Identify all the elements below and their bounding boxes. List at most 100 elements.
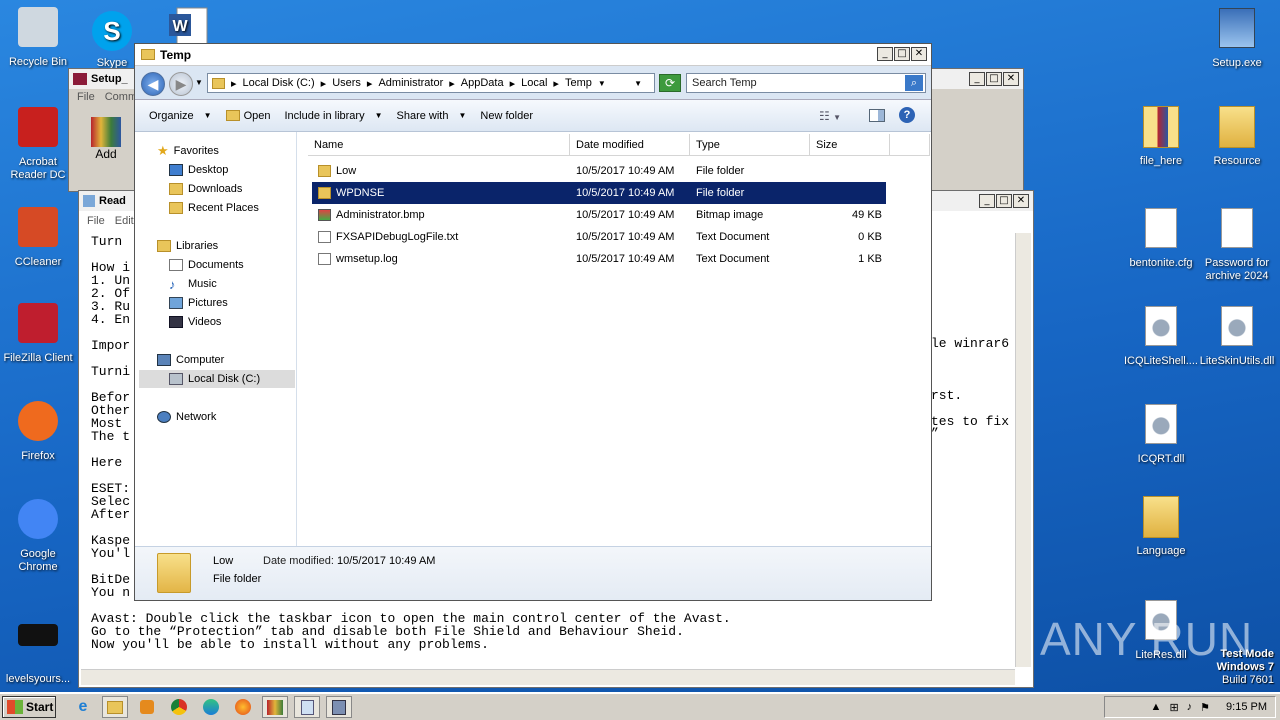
breadcrumb-administrator[interactable]: Administrator (378, 77, 443, 89)
nav-computer[interactable]: Computer (157, 351, 224, 369)
desktop-icon-item[interactable]: Setup.exe (1198, 6, 1276, 70)
share-with-button[interactable]: Share with ▼ (397, 110, 467, 122)
view-options-icon[interactable]: ☷ ▼ (819, 109, 841, 123)
desktop-icon-item[interactable]: Resource (1198, 104, 1276, 168)
breadcrumb-appdata[interactable]: AppData (461, 77, 504, 89)
minimize-button[interactable]: _ (969, 72, 985, 86)
desktop-icon-item[interactable]: Google Chrome (0, 496, 76, 574)
winrar-icon (73, 73, 87, 85)
address-dropdown-icon[interactable]: ▼ (634, 79, 642, 88)
address-bar[interactable]: ▸ Local Disk (C:) ▸ Users ▸ Administrato… (207, 73, 655, 93)
forward-button[interactable]: ▶ (169, 72, 193, 96)
tray-volume-icon[interactable]: ♪ (1187, 701, 1193, 713)
maximize-button[interactable]: □ (996, 194, 1012, 208)
open-folder-icon (225, 110, 240, 121)
file-row[interactable]: FXSAPIDebugLogFile.txt 10/5/2017 10:49 AM… (312, 226, 886, 248)
column-type[interactable]: Type (690, 134, 810, 156)
explorer-window[interactable]: Temp _ □ ✕ ◀ ▶ ▼ ▸ Local Disk (C:) ▸ Use… (134, 43, 932, 601)
column-size[interactable]: Size (810, 134, 890, 156)
nav-recent-places[interactable]: Recent Places (169, 199, 259, 217)
menu-commands[interactable]: Comm (105, 91, 137, 103)
nav-desktop[interactable]: Desktop (169, 161, 228, 179)
file-row[interactable]: WPDNSE 10/5/2017 10:49 AM File folder (312, 182, 886, 204)
close-button[interactable]: ✕ (1003, 72, 1019, 86)
nav-music[interactable]: ♪ Music (169, 275, 217, 293)
file-name: Administrator.bmp (336, 209, 425, 221)
preview-pane-icon[interactable] (869, 109, 885, 122)
vertical-scrollbar[interactable] (1015, 233, 1031, 667)
desktop-icon-item[interactable]: CCleaner (0, 204, 76, 269)
new-folder-button[interactable]: New folder (480, 110, 533, 122)
minimize-button[interactable]: _ (877, 47, 893, 61)
taskbar-chrome-icon[interactable] (166, 696, 192, 718)
tray-action-center-icon[interactable]: ⚑ (1200, 701, 1210, 714)
menu-file[interactable]: File (87, 215, 105, 227)
recent-pages-dropdown[interactable]: ▼ (195, 78, 203, 87)
file-row[interactable]: Low 10/5/2017 10:49 AM File folder (312, 160, 886, 182)
desktop-icon-item[interactable]: Acrobat Reader DC (0, 104, 76, 182)
nav-favorites[interactable]: ★ Favorites (157, 142, 219, 160)
desktop-icon-item[interactable]: levelsyours... (0, 612, 76, 686)
nav-pictures[interactable]: Pictures (169, 294, 228, 312)
back-button[interactable]: ◀ (141, 72, 165, 96)
desktop-icon-item[interactable]: ICQRT.dll (1122, 402, 1200, 466)
tray-network-icon[interactable]: ⊞ (1169, 701, 1178, 714)
search-input[interactable]: Search Temp ⌕ (686, 73, 926, 93)
breadcrumb-users[interactable]: Users (332, 77, 361, 89)
add-button[interactable]: Add (91, 117, 121, 161)
minimize-button[interactable]: _ (979, 194, 995, 208)
menu-edit[interactable]: Edit (115, 215, 134, 227)
breadcrumb-temp[interactable]: Temp (565, 77, 592, 89)
close-button[interactable]: ✕ (911, 47, 927, 61)
tray-clock[interactable]: 9:15 PM (1226, 701, 1267, 713)
nav-local-disk[interactable]: Local Disk (C:) (169, 370, 260, 388)
maximize-button[interactable]: □ (986, 72, 1002, 86)
include-in-library-button[interactable]: Include in library ▼ (284, 110, 382, 122)
help-icon[interactable]: ? (899, 107, 915, 123)
column-date-modified[interactable]: Date modified (570, 134, 690, 156)
breadcrumb-local[interactable]: Local (521, 77, 547, 89)
search-icon[interactable]: ⌕ (905, 75, 923, 91)
desktop-icon-item[interactable]: ICQLiteShell.... (1122, 304, 1200, 368)
desktop-icon-item[interactable]: FileZilla Client (0, 300, 76, 365)
desktop-icon-item[interactable]: Password for archive 2024 (1198, 206, 1276, 283)
taskbar-explorer-icon[interactable] (102, 696, 128, 718)
taskbar-winrar-icon[interactable] (262, 696, 288, 718)
desktop-icon-item[interactable]: Firefox (0, 398, 76, 463)
taskbar-notepad-icon[interactable] (294, 696, 320, 718)
open-button[interactable]: Open (225, 110, 270, 122)
tray-expand-icon[interactable]: ▲ (1151, 701, 1162, 713)
taskbar-firefox-icon[interactable] (230, 696, 256, 718)
organize-button[interactable]: Organize ▼ (149, 110, 212, 122)
nav-documents[interactable]: Documents (169, 256, 244, 274)
nav-libraries[interactable]: Libraries (157, 237, 218, 255)
details-pane: Low Date modified: 10/5/2017 10:49 AM Fi… (135, 546, 931, 600)
desktop-icon-item[interactable]: Language (1122, 494, 1200, 558)
breadcrumb-separator: ▸ (231, 77, 237, 90)
taskbar-media-player-icon[interactable] (134, 696, 160, 718)
desktop-icon-item[interactable]: bentonite.cfg (1122, 206, 1200, 270)
column-name[interactable]: Name (308, 134, 570, 156)
file-row[interactable]: Administrator.bmp 10/5/2017 10:49 AM Bitma… (312, 204, 886, 226)
nav-downloads[interactable]: Downloads (169, 180, 242, 198)
desktop-icon-item[interactable]: Recycle Bin (0, 4, 76, 69)
file-size: 49 KB (852, 209, 882, 221)
readme-window-title: Read (99, 195, 126, 207)
breadcrumb-local-disk[interactable]: Local Disk (C:) (243, 77, 315, 89)
taskbar-ie-icon[interactable]: e (70, 696, 96, 718)
close-button[interactable]: ✕ (1013, 194, 1029, 208)
nav-videos[interactable]: Videos (169, 313, 221, 331)
file-name: Low (336, 165, 357, 177)
taskbar-app-icon[interactable] (326, 696, 352, 718)
menu-file[interactable]: File (77, 91, 95, 103)
desktop-icon-item[interactable]: file_here (1122, 104, 1200, 168)
folder-icon (1138, 496, 1184, 542)
desktop-icon-item[interactable]: LiteSkinUtils.dll (1198, 304, 1276, 368)
file-row[interactable]: wmsetup.log 10/5/2017 10:49 AM Text Docume… (312, 248, 886, 270)
maximize-button[interactable]: □ (894, 47, 910, 61)
taskbar-edge-icon[interactable] (198, 696, 224, 718)
horizontal-scrollbar[interactable] (81, 669, 1015, 685)
refresh-button[interactable]: ⟳ (659, 74, 681, 92)
start-button[interactable]: Start (2, 696, 56, 718)
nav-network[interactable]: Network (157, 408, 216, 426)
